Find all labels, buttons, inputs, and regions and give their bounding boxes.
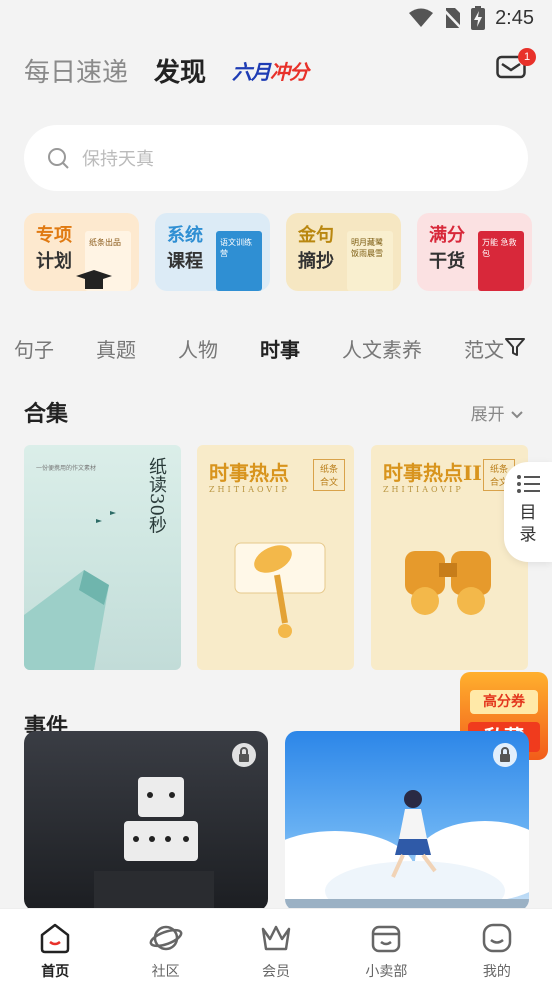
shop-icon [372, 925, 401, 953]
collection-pinyin: ZHITIAOVIP [383, 485, 464, 494]
collection-card-30s-reading[interactable]: 一份便携用的作文素材 纸读30秒 [24, 445, 181, 670]
crown-icon [261, 925, 291, 951]
collection-tag: 纸条 合文 [313, 459, 345, 491]
category-tab-humanities[interactable]: 人文素养 [342, 334, 422, 363]
category-tabs: 句子 真题 人物 时事 人文素养 范文 [0, 330, 552, 366]
collection-card-current-affairs[interactable]: 时事热点 纸条 合文 ZHITIAOVIP [197, 445, 354, 670]
search-icon [48, 148, 69, 169]
tabbar-label: 我的 [482, 964, 511, 980]
battery-charging-icon [471, 6, 486, 30]
promo-text-1: 六月 [232, 59, 271, 84]
book-cover-image: 语文训练营 [216, 231, 262, 291]
tabbar-label: 社区 [151, 964, 180, 980]
june-promo-banner[interactable]: 六月冲分 [232, 56, 309, 85]
category-tab-sentences[interactable]: 句子 [14, 334, 54, 363]
bottom-tab-bar: 首页 社区 会员 小卖部 我的 [0, 908, 552, 983]
category-tab-current-affairs[interactable]: 时事 [260, 334, 300, 363]
tabbar-label: 小卖部 [365, 964, 408, 980]
quick-entry-quotes[interactable]: 金句 摘抄 明月藏鹭 饭雨晨雪 [286, 213, 401, 291]
collection-title: 时事热点II [383, 461, 482, 485]
book-cover-image: 明月藏鹭 饭雨晨雪 [347, 231, 393, 291]
clock: 2:45 [495, 6, 534, 29]
table-of-contents-button[interactable]: 目 录 [504, 462, 552, 562]
status-bar: 2:45 [0, 0, 552, 38]
tabbar-item-membership[interactable]: 会员 [221, 909, 331, 983]
tab-discover[interactable]: 发现 [154, 52, 206, 89]
tabbar-item-profile[interactable]: 我的 [442, 909, 552, 983]
tabbar-label: 首页 [41, 964, 70, 980]
tabbar-item-shop[interactable]: 小卖部 [331, 909, 441, 983]
coupon-label: 高分券 [470, 690, 538, 714]
planet-icon [149, 925, 183, 951]
tab-daily-express[interactable]: 每日速递 [24, 52, 128, 89]
promo-text-2: 冲分 [270, 59, 309, 84]
expand-label: 展开 [470, 405, 505, 425]
microphone-illustration [234, 542, 326, 638]
filter-button[interactable] [504, 336, 526, 358]
filter-icon [505, 338, 525, 356]
collection-title: 时事热点 [209, 461, 289, 485]
search-placeholder: 保持天真 [82, 149, 154, 170]
tabbar-item-community[interactable]: 社区 [110, 909, 220, 983]
tv-mascot-illustration [94, 777, 214, 911]
mail-badge: 1 [518, 48, 536, 66]
top-header: 每日速递 发现 六月冲分 [24, 50, 309, 90]
quick-entry-system-course[interactable]: 系统 课程 语文训练营 [155, 213, 270, 291]
quick-entry-special-plan[interactable]: 专项 计划 纸条出品 [24, 213, 139, 291]
lock-icon [500, 747, 510, 762]
lock-badge [493, 743, 517, 767]
tabbar-item-home[interactable]: 首页 [0, 909, 110, 983]
tabbar-label: 会员 [262, 964, 291, 980]
search-bar[interactable]: 保持天真 [24, 125, 528, 191]
collections-heading: 合集 [24, 402, 69, 427]
list-icon [517, 475, 540, 493]
event-card[interactable] [285, 731, 529, 911]
category-tab-people[interactable]: 人物 [178, 334, 218, 363]
lock-icon [239, 747, 249, 762]
chevron-down-icon [511, 411, 523, 419]
no-sim-icon [443, 8, 462, 29]
mail-button[interactable]: 1 [496, 48, 536, 80]
collection-pinyin: ZHITIAOVIP [209, 485, 290, 494]
event-card[interactable] [24, 731, 268, 911]
category-tab-exam-questions[interactable]: 真题 [96, 334, 136, 363]
home-face-icon [40, 923, 70, 954]
lock-badge [232, 743, 256, 767]
toc-label-2: 录 [519, 525, 537, 545]
expand-button[interactable]: 展开 [471, 400, 524, 425]
book-cover-image: 万能 急救包 [478, 231, 524, 291]
wifi-icon [409, 8, 434, 27]
collection-title: 纸读30秒 [146, 457, 167, 534]
binoculars-illustration [405, 551, 491, 615]
quick-entry-full-score[interactable]: 满分 干货 万能 急救包 [417, 213, 532, 291]
status-icons: 2:45 [409, 6, 534, 30]
toc-label-1: 目 [519, 503, 537, 523]
collection-subtitle: 一份便携用的作文素材 [36, 465, 97, 472]
smile-face-icon [482, 923, 512, 953]
category-tab-model-essays[interactable]: 范文 [464, 334, 504, 363]
graduation-cap-icon [76, 270, 112, 289]
